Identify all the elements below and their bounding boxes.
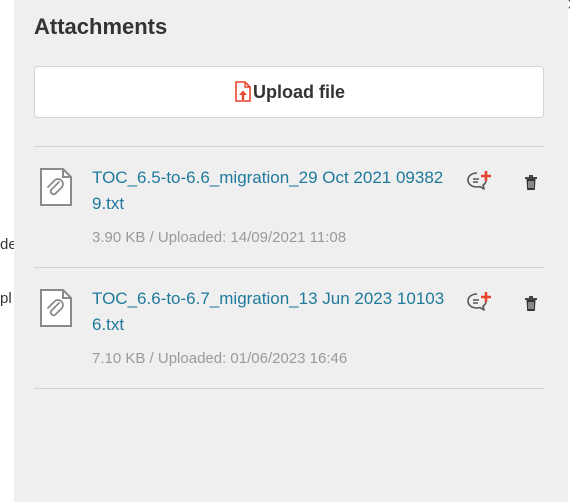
attachment-file-icon	[40, 289, 72, 327]
panel-title: Attachments	[34, 14, 168, 39]
list-item: TOC_6.5-to-6.6_migration_29 Oct 2021 093…	[34, 147, 544, 267]
upload-file-button[interactable]: Upload file	[34, 66, 544, 118]
divider	[34, 388, 544, 389]
add-comment-icon[interactable]	[466, 290, 492, 314]
attachment-link[interactable]: TOC_6.5-to-6.6_migration_29 Oct 2021 093…	[92, 165, 452, 217]
trash-icon[interactable]	[524, 296, 538, 312]
file-upload-icon	[235, 81, 251, 102]
trash-icon[interactable]	[524, 175, 538, 191]
background-text-fragment: pl	[0, 290, 12, 307]
attachment-list: TOC_6.5-to-6.6_migration_29 Oct 2021 093…	[34, 146, 544, 389]
attachment-file-icon	[40, 168, 72, 206]
screen: de pl × Attachments Upload file TOC_6.	[0, 0, 570, 502]
add-comment-icon[interactable]	[466, 169, 492, 193]
attachment-meta: 7.10 KB / Uploaded: 01/06/2023 16:46	[92, 350, 348, 367]
attachment-meta: 3.90 KB / Uploaded: 14/09/2021 11:08	[92, 229, 347, 246]
attachment-link[interactable]: TOC_6.6-to-6.7_migration_13 Jun 2023 101…	[92, 286, 452, 338]
attachments-panel: × Attachments Upload file TOC_6.5-to-6.6…	[14, 0, 570, 502]
list-item: TOC_6.6-to-6.7_migration_13 Jun 2023 101…	[34, 268, 544, 388]
upload-file-label: Upload file	[252, 81, 345, 102]
